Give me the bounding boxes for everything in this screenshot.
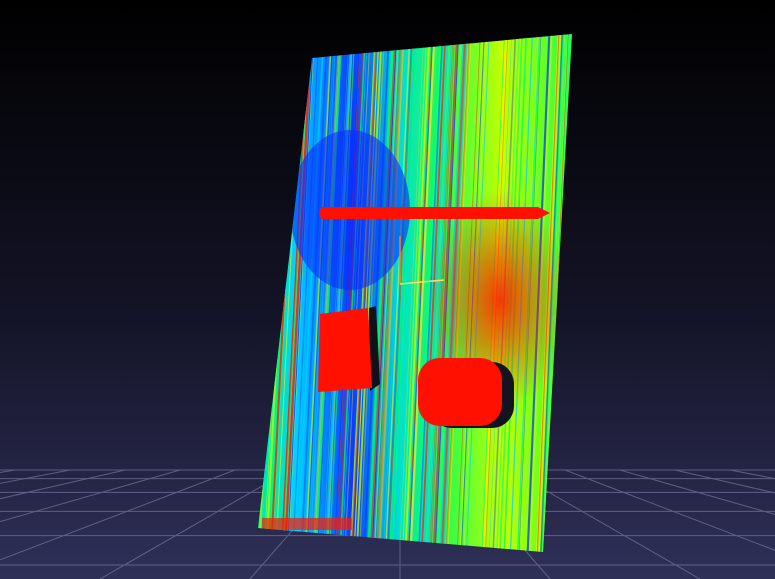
- left-block-object[interactable]: [318, 308, 372, 392]
- horizontal-bar-object[interactable]: [319, 207, 550, 219]
- scene-canvas[interactable]: [0, 0, 775, 579]
- bottom-edge-noise: [262, 518, 352, 530]
- 3d-viewport[interactable]: [0, 0, 775, 579]
- rounded-square-object[interactable]: [418, 358, 502, 426]
